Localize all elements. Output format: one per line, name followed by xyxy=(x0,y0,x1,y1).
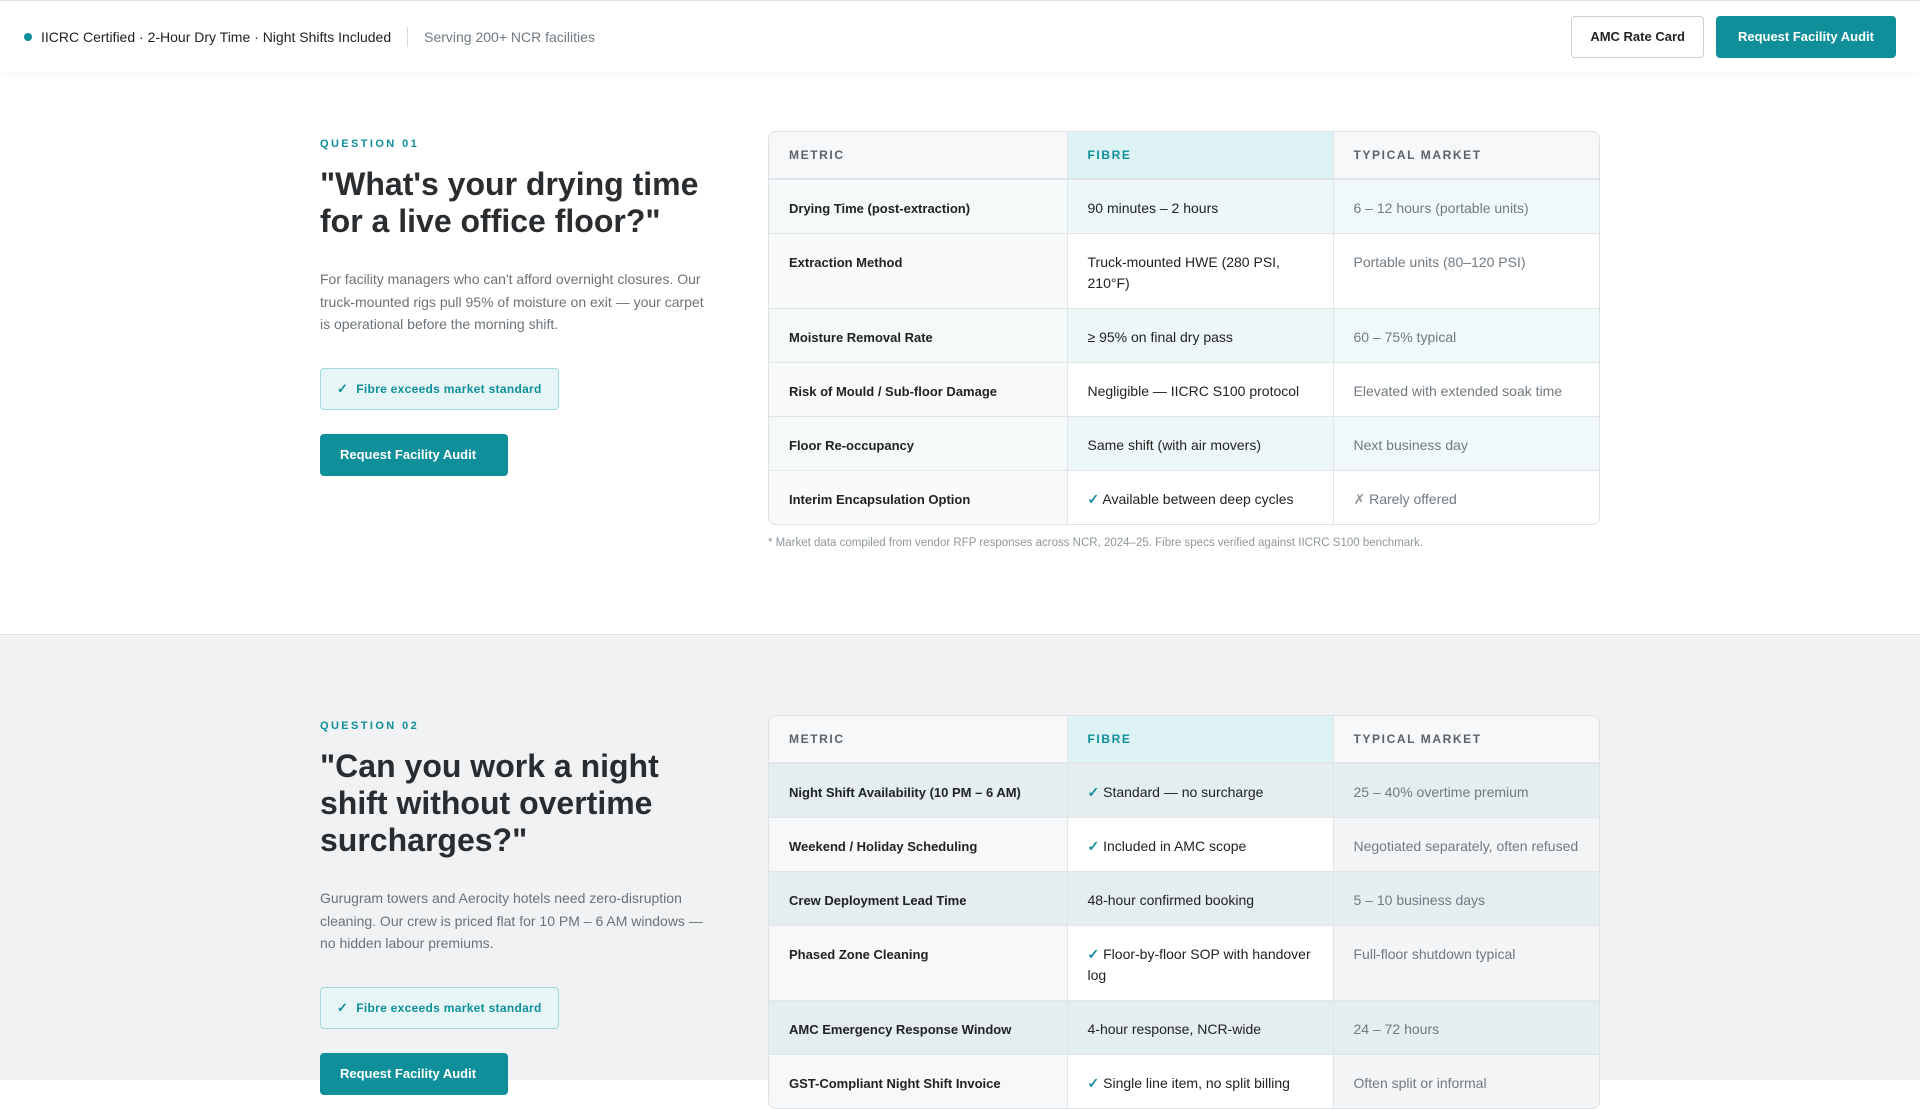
check-icon: ✓ xyxy=(1087,1074,1100,1091)
comparison-table-02: METRIC FIBRE TYPICAL MARKET Night Shift … xyxy=(768,715,1600,1109)
fibre-cell: 4-hour response, NCR-wide xyxy=(1066,999,1333,1054)
table-row: Extraction Method Truck-mounted HWE (280… xyxy=(769,232,1599,308)
fibre-cell: ✓ Available between deep cycles xyxy=(1066,469,1333,524)
market-cell-text: Rarely offered xyxy=(1369,490,1457,507)
question-01-intro: QUESTION 01 "What's your drying time for… xyxy=(320,138,710,476)
market-column-header: TYPICAL MARKET xyxy=(1332,716,1599,764)
metric-cell: Extraction Method xyxy=(769,232,1067,308)
metric-cell: Moisture Removal Rate xyxy=(769,307,1067,362)
metric-cell: Risk of Mould / Sub-floor Damage xyxy=(769,361,1067,416)
fibre-cell-text: Available between deep cycles xyxy=(1102,490,1294,507)
table-row: AMC Emergency Response Window 4-hour res… xyxy=(769,999,1599,1054)
table-row: Interim Encapsulation Option ✓ Available… xyxy=(769,469,1599,524)
market-cell: Next business day xyxy=(1332,415,1599,470)
metric-column-header: METRIC xyxy=(769,132,1067,180)
table-header-row: METRIC FIBRE TYPICAL MARKET xyxy=(769,716,1599,764)
request-audit-button[interactable]: Request Facility Audit xyxy=(320,433,508,476)
fibre-cell: Same shift (with air movers) xyxy=(1066,415,1333,470)
fibre-cell: ✓ Floor-by-floor SOP with handover log xyxy=(1066,924,1333,1000)
fibre-cell: Negligible — IICRC S100 protocol xyxy=(1066,361,1333,416)
fibre-cell: ≥ 95% on final dry pass xyxy=(1066,307,1333,362)
market-column-header: TYPICAL MARKET xyxy=(1332,132,1599,180)
question-description: Gurugram towers and Aerocity hotels need… xyxy=(320,890,703,951)
check-icon: ✓ xyxy=(1087,837,1100,854)
badge-label: Fibre exceeds market standard xyxy=(356,381,542,396)
metric-column-header: METRIC xyxy=(769,716,1067,764)
market-cell: Often split or informal xyxy=(1332,1053,1599,1108)
fibre-cell-text: Included in AMC scope xyxy=(1103,837,1247,854)
fibre-cell: 48-hour confirmed booking xyxy=(1066,870,1333,925)
badge-label: Fibre exceeds market standard xyxy=(356,1000,542,1015)
market-cell: 60 – 75% typical xyxy=(1332,307,1599,362)
fibre-column-header: FIBRE xyxy=(1066,716,1333,764)
check-icon: ✓ xyxy=(337,999,349,1015)
table-row: Risk of Mould / Sub-floor Damage Negligi… xyxy=(769,361,1599,416)
table-row: Night Shift Availability (10 PM – 6 AM) … xyxy=(769,763,1599,817)
exceeds-standard-badge: ✓ Fibre exceeds market standard xyxy=(320,986,559,1029)
question-02-intro: QUESTION 02 "Can you work a night shift … xyxy=(320,720,710,1095)
metric-cell: AMC Emergency Response Window xyxy=(769,999,1067,1054)
check-icon: ✓ xyxy=(1087,490,1100,507)
metric-cell: Phased Zone Cleaning xyxy=(769,924,1067,1000)
fibre-cell-text: Single line item, no split billing xyxy=(1103,1074,1290,1091)
exceeds-standard-badge: ✓ Fibre exceeds market standard xyxy=(320,367,559,410)
question-description: For facility managers who can't afford o… xyxy=(320,271,704,332)
question-heading: "What's your drying time for a live offi… xyxy=(320,166,699,239)
status-dot-icon xyxy=(24,32,32,41)
market-cell: 24 – 72 hours xyxy=(1332,999,1599,1054)
request-audit-button[interactable]: Request Facility Audit xyxy=(320,1052,508,1095)
market-cell: 5 – 10 business days xyxy=(1332,870,1599,925)
table-row: Phased Zone Cleaning ✓ Floor-by-floor SO… xyxy=(769,924,1599,1000)
request-audit-button[interactable]: Request Facility Audit xyxy=(1715,15,1896,58)
table-row: GST-Compliant Night Shift Invoice ✓ Sing… xyxy=(769,1053,1599,1108)
fibre-cell: Truck-mounted HWE (280 PSI, 210°F) xyxy=(1066,232,1333,308)
divider xyxy=(407,26,409,47)
metric-cell: GST-Compliant Night Shift Invoice xyxy=(769,1053,1067,1108)
metric-cell: Drying Time (post-extraction) xyxy=(769,179,1067,233)
table-row: Drying Time (post-extraction) 90 minutes… xyxy=(769,179,1599,233)
check-icon: ✓ xyxy=(1087,784,1100,800)
table-row: Floor Re-occupancy Same shift (with air … xyxy=(769,415,1599,470)
fibre-column-header: FIBRE xyxy=(1066,132,1333,180)
fibre-cell-text: Floor-by-floor SOP with handover log xyxy=(1087,945,1311,983)
market-cell: ✗ Rarely offered xyxy=(1332,469,1599,524)
serving-text: Serving 200+ NCR facilities xyxy=(424,28,595,45)
question-02-section: QUESTION 02 "Can you work a night shift … xyxy=(0,634,1920,1109)
table-row: Moisture Removal Rate ≥ 95% on final dry… xyxy=(769,307,1599,362)
metric-cell: Interim Encapsulation Option xyxy=(769,469,1067,524)
table-row: Weekend / Holiday Scheduling ✓ Included … xyxy=(769,816,1599,871)
table-row: Crew Deployment Lead Time 48-hour confir… xyxy=(769,870,1599,925)
question-eyebrow: QUESTION 02 xyxy=(320,720,420,732)
question-eyebrow: QUESTION 01 xyxy=(320,138,420,150)
trust-strip: IICRC Certified · 2-Hour Dry Time · Nigh… xyxy=(24,26,595,47)
fibre-cell: ✓ Standard — no surcharge xyxy=(1066,763,1333,817)
question-heading: "Can you work a night shift without over… xyxy=(320,748,659,858)
metric-cell: Night Shift Availability (10 PM – 6 AM) xyxy=(769,763,1067,817)
table-header-row: METRIC FIBRE TYPICAL MARKET xyxy=(769,132,1599,180)
amc-rate-card-button[interactable]: AMC Rate Card xyxy=(1571,15,1704,58)
topbar-actions: AMC Rate Card Request Facility Audit xyxy=(1571,15,1896,58)
table-footnote: * Market data compiled from vendor RFP r… xyxy=(768,537,1423,549)
market-cell: 25 – 40% overtime premium xyxy=(1332,763,1599,817)
top-bar: IICRC Certified · 2-Hour Dry Time · Nigh… xyxy=(0,0,1920,72)
market-cell: Elevated with extended soak time xyxy=(1332,361,1599,416)
fibre-cell: ✓ Included in AMC scope xyxy=(1066,816,1333,871)
check-icon: ✓ xyxy=(1087,945,1100,962)
market-cell: 6 – 12 hours (portable units) xyxy=(1332,179,1599,233)
fibre-cell: ✓ Single line item, no split billing xyxy=(1066,1053,1333,1108)
market-cell: Full-floor shutdown typical xyxy=(1332,924,1599,1000)
cross-icon: ✗ xyxy=(1353,490,1366,507)
question-01-section: QUESTION 01 "What's your drying time for… xyxy=(0,72,1920,634)
market-cell: Negotiated separately, often refused xyxy=(1332,816,1599,871)
comparison-table-01: METRIC FIBRE TYPICAL MARKET Drying Time … xyxy=(768,131,1600,525)
metric-cell: Crew Deployment Lead Time xyxy=(769,870,1067,925)
metric-cell: Floor Re-occupancy xyxy=(769,415,1067,470)
check-icon: ✓ xyxy=(337,380,349,396)
metric-cell: Weekend / Holiday Scheduling xyxy=(769,816,1067,871)
fibre-cell-text: Standard — no surcharge xyxy=(1103,784,1264,800)
fibre-cell: 90 minutes – 2 hours xyxy=(1066,179,1333,233)
certification-text: IICRC Certified · 2-Hour Dry Time · Nigh… xyxy=(41,28,392,45)
market-cell: Portable units (80–120 PSI) xyxy=(1332,232,1599,308)
